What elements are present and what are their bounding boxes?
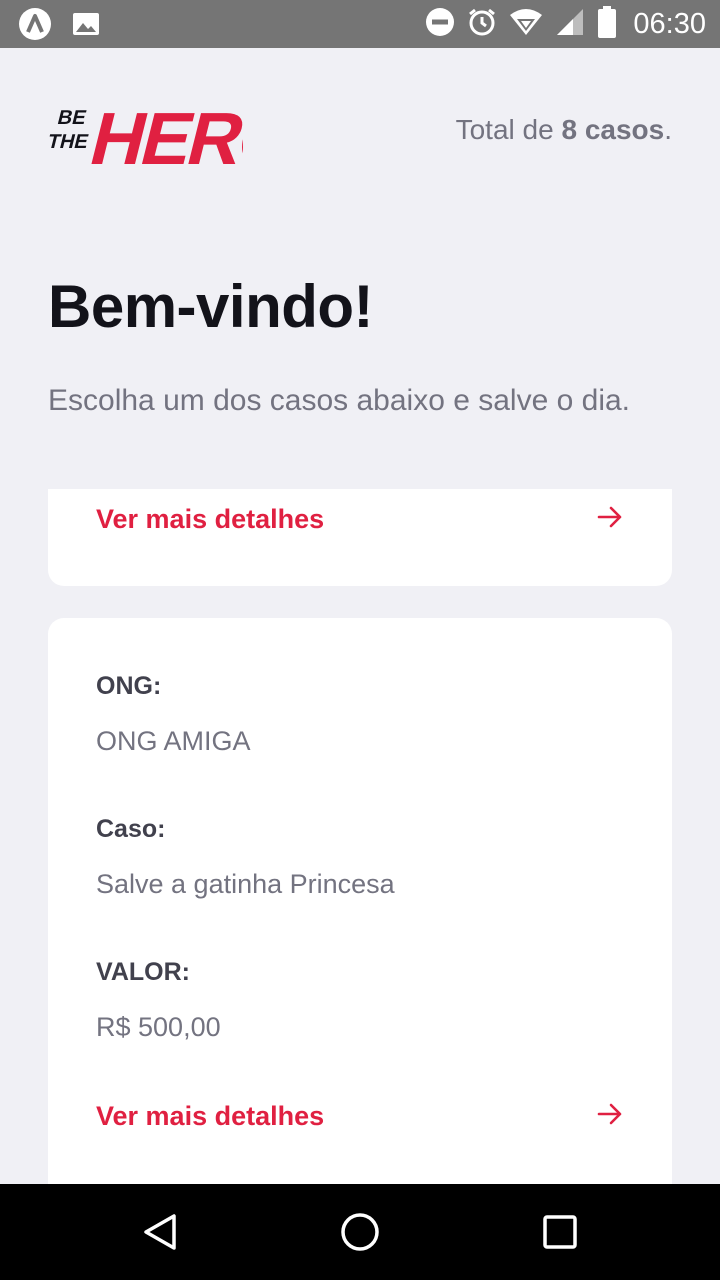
status-bar: 06:30 — [0, 0, 720, 48]
value-label: VALOR: — [96, 958, 190, 986]
details-label: Ver mais detalhes — [96, 1100, 325, 1131]
value-value: R$ 500,00 — [96, 1012, 221, 1042]
details-label: Ver mais detalhes — [96, 503, 325, 534]
total-cases: Total de 8 casos. — [456, 114, 672, 146]
wifi-icon — [509, 7, 543, 42]
navigation-bar — [0, 1184, 720, 1280]
header: BE THE HERO Total de 8 casos. — [45, 86, 672, 180]
status-time: 06:30 — [633, 7, 706, 40]
image-icon — [72, 10, 100, 43]
alarm-icon — [467, 7, 497, 42]
page-subtitle: Escolha um dos casos abaixo e salve o di… — [48, 384, 630, 417]
app-logo-icon — [18, 7, 52, 46]
case-card: ONG: ONG AMIGA Caso: Salve a gatinha Pri… — [48, 618, 672, 1198]
signal-icon — [555, 7, 585, 42]
total-prefix: Total de — [455, 114, 554, 145]
be-the-hero-logo: BE THE HERO — [45, 86, 305, 180]
total-count: 8 casos — [561, 114, 665, 145]
ong-label: ONG: — [96, 672, 162, 700]
details-button[interactable]: Ver mais detalhes — [96, 1096, 624, 1136]
case-card: Ver mais detalhes — [48, 489, 672, 586]
svg-text:THE: THE — [48, 131, 91, 153]
arrow-right-icon — [596, 503, 624, 536]
svg-text:HERO: HERO — [83, 97, 243, 170]
arrow-right-icon — [596, 1100, 624, 1133]
home-button[interactable] — [336, 1208, 384, 1256]
svg-text:BE: BE — [55, 107, 88, 129]
recents-button[interactable] — [536, 1208, 584, 1256]
details-button[interactable]: Ver mais detalhes — [96, 499, 624, 539]
case-value: Salve a gatinha Princesa — [96, 869, 395, 899]
back-button[interactable] — [136, 1208, 184, 1256]
ong-value: ONG AMIGA — [96, 726, 251, 756]
case-label: Caso: — [96, 815, 166, 843]
battery-icon — [597, 5, 617, 43]
total-suffix: . — [664, 114, 672, 145]
page-title: Bem-vindo! — [48, 273, 374, 340]
do-not-disturb-icon — [425, 7, 455, 42]
